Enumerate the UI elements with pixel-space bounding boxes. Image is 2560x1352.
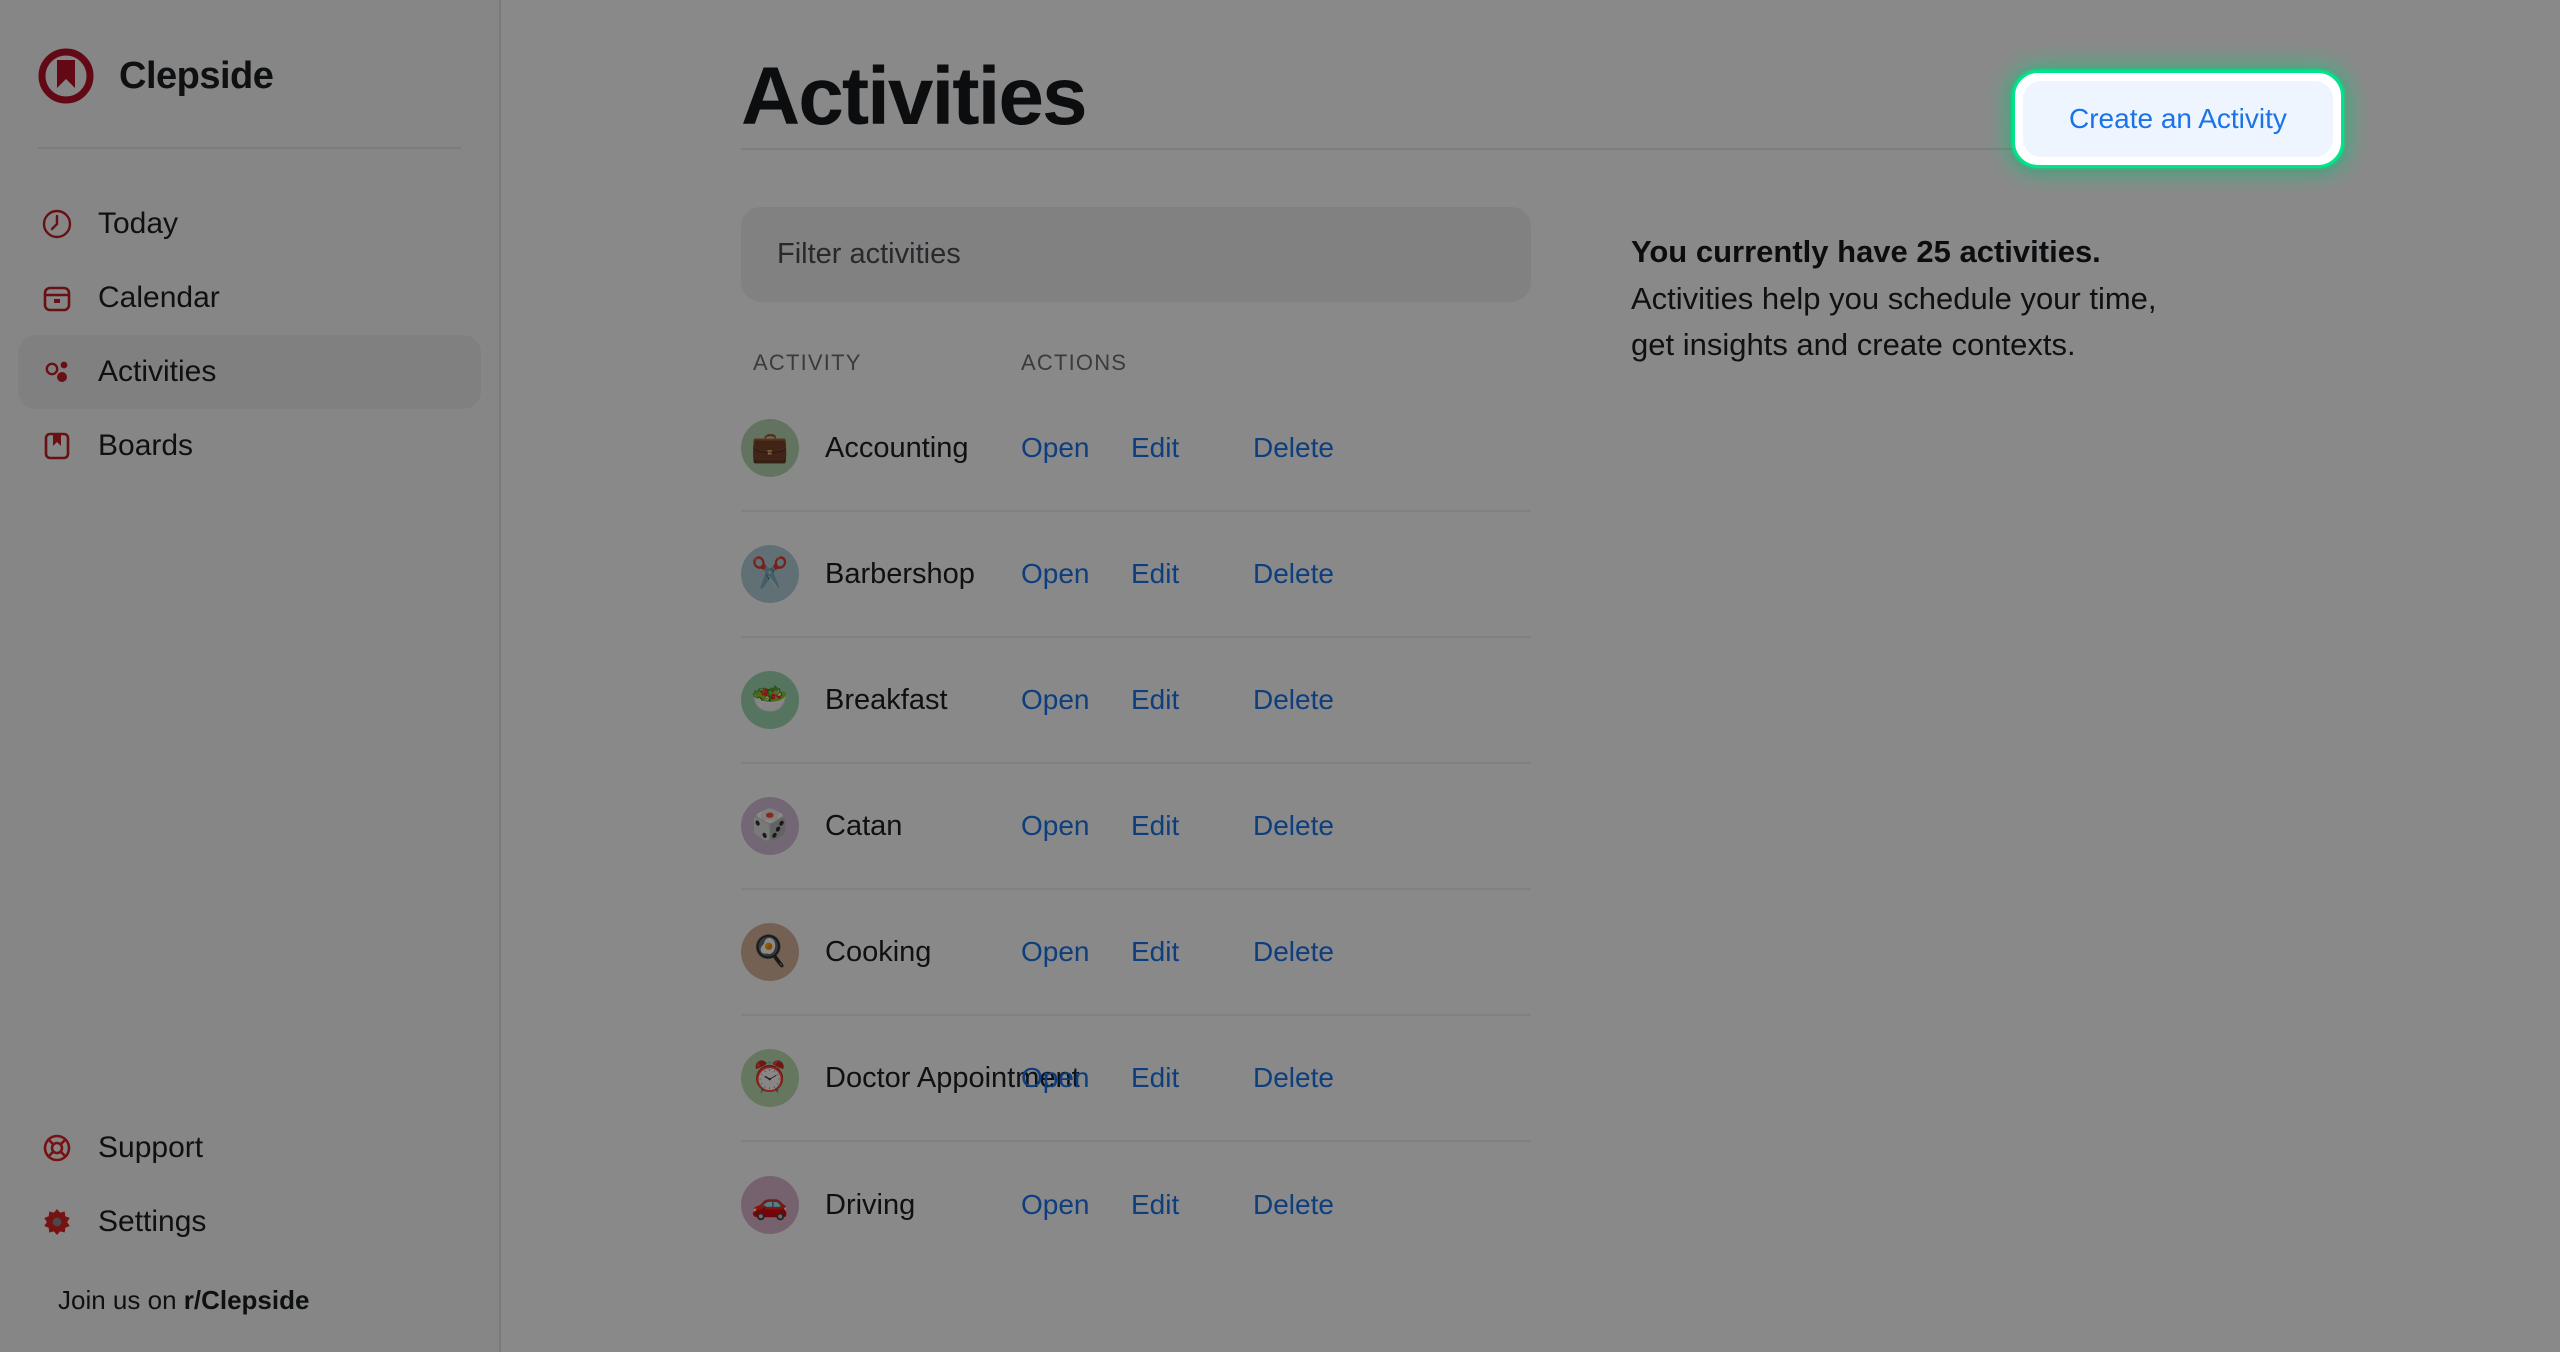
salad-emoji: 🥗 — [741, 671, 799, 729]
calendar-icon — [40, 281, 74, 315]
sidebar-item-settings[interactable]: Settings — [18, 1185, 481, 1259]
activities-icon — [40, 355, 74, 389]
bookmark-circle-logo-icon — [38, 48, 94, 104]
sidebar-item-calendar[interactable]: Calendar — [18, 261, 481, 335]
edit-link[interactable]: Edit — [1131, 936, 1253, 968]
activity-name: Accounting — [825, 432, 969, 465]
activity-cell: 🍳 Cooking — [741, 923, 1021, 981]
activity-cell: 🎲 Catan — [741, 797, 1021, 855]
activities-table: ACTIVITY ACTIONS 💼AccountingOpenEditDele… — [741, 350, 1531, 1268]
sidebar-item-label: Support — [98, 1131, 203, 1165]
edit-link[interactable]: Edit — [1131, 558, 1253, 590]
column-header-activity: ACTIVITY — [741, 350, 1021, 376]
sidebar-item-label: Boards — [98, 429, 193, 463]
info-headline: You currently have 25 activities. — [1631, 235, 2320, 270]
sidebar-item-label: Settings — [98, 1205, 206, 1239]
sidebar-item-support[interactable]: Support — [18, 1111, 481, 1185]
filter-activities-input[interactable] — [741, 207, 1531, 302]
sidebar-item-label: Calendar — [98, 281, 220, 315]
create-activity-button[interactable]: Create an Activity — [2023, 81, 2333, 157]
activity-cell: ✂️ Barbershop — [741, 545, 1021, 603]
delete-link[interactable]: Delete — [1253, 684, 1373, 716]
edit-link[interactable]: Edit — [1131, 810, 1253, 842]
edit-link[interactable]: Edit — [1131, 684, 1253, 716]
activity-cell: 💼 Accounting — [741, 419, 1021, 477]
sidebar: Clepside Today — [0, 0, 501, 1352]
actions-cell: OpenEditDelete — [1021, 936, 1531, 968]
edit-link[interactable]: Edit — [1131, 1062, 1253, 1094]
alarm-clock-emoji: ⏰ — [741, 1049, 799, 1107]
table-row: 🥗 Breakfast OpenEditDelete — [741, 638, 1531, 764]
clock-icon — [40, 207, 74, 241]
brand-name: Clepside — [119, 55, 273, 98]
delete-link[interactable]: Delete — [1253, 432, 1373, 464]
activity-cell: 🥗 Breakfast — [741, 671, 1021, 729]
activity-name: Barbershop — [825, 558, 975, 591]
table-row: ⏰Doctor AppointmentOpenEditDelete — [741, 1016, 1531, 1142]
app-window: Clepside Today — [0, 0, 2560, 1352]
actions-cell: OpenEditDelete — [1021, 1062, 1531, 1094]
table-row: 🚗 Driving OpenEditDelete — [741, 1142, 1531, 1268]
column-header-actions: ACTIONS — [1021, 350, 1531, 376]
delete-link[interactable]: Delete — [1253, 558, 1373, 590]
content-columns: ACTIVITY ACTIONS 💼AccountingOpenEditDele… — [741, 150, 2320, 1268]
reddit-label: r/Clepside — [184, 1285, 310, 1315]
open-link[interactable]: Open — [1021, 1062, 1131, 1094]
delete-link[interactable]: Delete — [1253, 936, 1373, 968]
briefcase-emoji: 💼 — [741, 419, 799, 477]
brand[interactable]: Clepside — [0, 0, 499, 104]
gear-icon — [40, 1205, 74, 1239]
open-link[interactable]: Open — [1021, 558, 1131, 590]
activity-name: Catan — [825, 810, 902, 843]
table-row: 💼 Accounting OpenEditDelete — [741, 386, 1531, 512]
activities-column: ACTIVITY ACTIONS 💼AccountingOpenEditDele… — [741, 207, 1531, 1268]
steering-wheel-emoji: 🚗 — [741, 1176, 799, 1234]
sidebar-item-label: Today — [98, 207, 178, 241]
info-line-2: get insights and create contexts. — [1631, 328, 2320, 363]
open-link[interactable]: Open — [1021, 936, 1131, 968]
open-link[interactable]: Open — [1021, 1189, 1131, 1221]
reddit-link[interactable]: Join us on r/Clepside — [18, 1259, 481, 1316]
activity-name: Driving — [825, 1189, 915, 1222]
open-link[interactable]: Open — [1021, 684, 1131, 716]
delete-link[interactable]: Delete — [1253, 1062, 1373, 1094]
actions-cell: OpenEditDelete — [1021, 684, 1531, 716]
sidebar-item-boards[interactable]: Boards — [18, 409, 481, 483]
scissors-emoji: ✂️ — [741, 545, 799, 603]
info-line-1: Activities help you schedule your time, — [1631, 282, 2320, 317]
actions-cell: OpenEditDelete — [1021, 810, 1531, 842]
activity-name: Breakfast — [825, 684, 948, 717]
lifebuoy-icon — [40, 1131, 74, 1165]
board-icon — [40, 429, 74, 463]
actions-cell: OpenEditDelete — [1021, 1189, 1531, 1221]
actions-cell: OpenEditDelete — [1021, 558, 1531, 590]
sidebar-item-today[interactable]: Today — [18, 187, 481, 261]
activity-cell: ⏰Doctor Appointment — [741, 1049, 1021, 1107]
edit-link[interactable]: Edit — [1131, 1189, 1253, 1221]
delete-link[interactable]: Delete — [1253, 1189, 1373, 1221]
actions-cell: OpenEditDelete — [1021, 432, 1531, 464]
open-link[interactable]: Open — [1021, 432, 1131, 464]
sidebar-nav: Today Calendar — [0, 187, 499, 483]
table-row: ✂️ Barbershop OpenEditDelete — [741, 512, 1531, 638]
table-body: 💼AccountingOpenEditDelete✂️BarbershopOpe… — [741, 386, 1531, 1268]
sidebar-item-label: Activities — [98, 355, 216, 389]
sidebar-item-activities[interactable]: Activities — [18, 335, 481, 409]
activity-cell: 🚗 Driving — [741, 1176, 1021, 1234]
info-panel: You currently have 25 activities. Activi… — [1631, 207, 2320, 1268]
table-row: 🎲 Catan OpenEditDelete — [741, 764, 1531, 890]
dice-emoji: 🎲 — [741, 797, 799, 855]
main-content: Activities ACTIVITY ACTIONS 💼AccountingO… — [501, 0, 2560, 1352]
create-activity-highlight: Create an Activity — [2012, 70, 2344, 168]
open-link[interactable]: Open — [1021, 810, 1131, 842]
sidebar-bottom: Support Settings Join us on r/Clepside — [0, 1111, 499, 1352]
reddit-prefix: Join us on — [58, 1285, 184, 1315]
table-row: 🍳 Cooking OpenEditDelete — [741, 890, 1531, 1016]
table-header-row: ACTIVITY ACTIONS — [741, 350, 1531, 386]
activity-name: Cooking — [825, 936, 931, 969]
sidebar-divider — [38, 147, 461, 149]
edit-link[interactable]: Edit — [1131, 432, 1253, 464]
delete-link[interactable]: Delete — [1253, 810, 1373, 842]
fried-egg-emoji: 🍳 — [741, 923, 799, 981]
